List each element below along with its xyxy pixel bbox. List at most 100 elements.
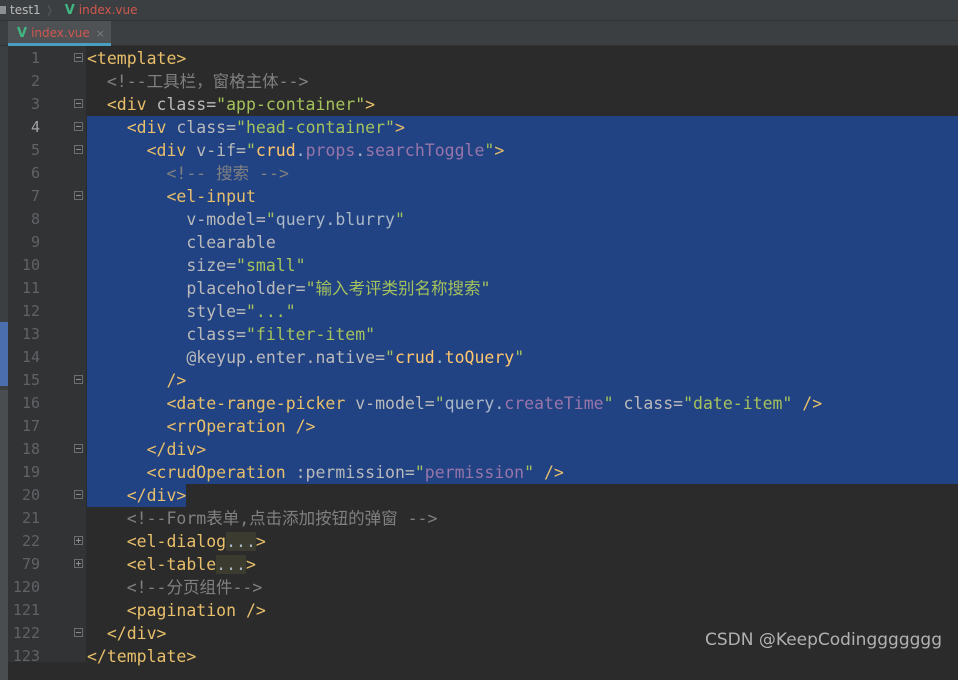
code-token: </div> — [146, 440, 207, 459]
line-number: 14 — [21, 348, 40, 366]
code-line[interactable]: 9 clearable — [0, 231, 958, 254]
code-line[interactable]: 14 @keyup.enter.native="crud.toQuery" — [0, 346, 958, 369]
code-token: <div — [146, 141, 197, 160]
code-line[interactable]: 4 <div class="head-container"> — [0, 116, 958, 139]
code-token: "app-container" — [216, 95, 366, 114]
code-editor[interactable]: 1 <template> 2 <!--工具栏，窗格主体--> 3 <div class… — [0, 47, 958, 668]
tab-label: index.vue — [31, 26, 90, 40]
editor-tab-bar: V index.vue × — [0, 21, 958, 46]
code-line[interactable]: 3 <div class="app-container"> — [0, 93, 958, 116]
close-icon[interactable]: × — [96, 27, 105, 40]
line-number: 3 — [30, 95, 40, 113]
collapse-fold-icon[interactable] — [74, 99, 83, 108]
code-line[interactable]: 11 placeholder="输入考评类别名称搜索" — [0, 277, 958, 300]
collapse-fold-icon[interactable] — [74, 375, 83, 384]
collapse-fold-icon[interactable] — [74, 628, 83, 637]
breadcrumb-file[interactable]: index.vue — [79, 3, 138, 17]
tab-index-vue[interactable]: V index.vue × — [8, 21, 111, 46]
code-token: /> — [534, 463, 564, 482]
folder-icon — [0, 6, 6, 14]
code-line[interactable]: 121 <pagination /> — [0, 599, 958, 622]
line-number: 79 — [21, 555, 40, 573]
code-line[interactable]: 22 <el-dialog...> — [0, 530, 958, 553]
code-line[interactable]: 21 <!--Form表单,点击添加按钮的弹窗 --> — [0, 507, 958, 530]
code-line[interactable]: 10 size="small" — [0, 254, 958, 277]
expand-fold-icon[interactable] — [74, 559, 83, 568]
code-line[interactable]: 18 </div> — [0, 438, 958, 461]
code-token: size= — [186, 256, 237, 275]
code-line[interactable]: 79 <el-table...> — [0, 553, 958, 576]
line-number: 6 — [30, 164, 40, 182]
code-line[interactable]: 7 <el-input — [0, 185, 958, 208]
code-token: clearable — [186, 233, 276, 252]
code-token: </template> — [87, 647, 197, 666]
code-token: " — [394, 210, 405, 229]
code-line[interactable]: 8 v-model="query.blurry" — [0, 208, 958, 231]
collapse-fold-icon[interactable] — [74, 122, 83, 131]
code-token: > — [255, 532, 266, 551]
code-token: ... — [226, 532, 256, 551]
collapse-fold-icon[interactable] — [74, 53, 83, 62]
collapse-fold-icon[interactable] — [74, 490, 83, 499]
code-token: class= — [186, 325, 246, 344]
code-token: " — [603, 394, 614, 413]
code-line[interactable]: 15 /> — [0, 369, 958, 392]
code-text: /> — [87, 369, 186, 392]
code-text: </div> — [87, 438, 207, 461]
code-text: <rrOperation /> — [87, 415, 315, 438]
code-token: " — [514, 348, 525, 367]
code-token: <!-- 搜索 --> — [166, 164, 289, 183]
collapse-fold-icon[interactable] — [74, 145, 83, 154]
code-line[interactable]: 17 <rrOperation /> — [0, 415, 958, 438]
code-token: :permission= — [295, 463, 415, 482]
code-text: <div class="head-container"> — [87, 116, 405, 139]
code-token: style= — [186, 302, 246, 321]
code-text: placeholder="输入考评类别名称搜索" — [87, 277, 490, 300]
line-number: 17 — [21, 417, 40, 435]
code-line[interactable]: 6 <!-- 搜索 --> — [0, 162, 958, 185]
code-token: /> — [792, 394, 823, 413]
code-text: <!--分页组件--> — [87, 576, 263, 599]
code-text: </div> — [87, 622, 167, 645]
code-text: </template> — [87, 645, 196, 668]
collapse-fold-icon[interactable] — [74, 191, 83, 200]
code-line[interactable]: 1 <template> — [0, 47, 958, 70]
code-text: <pagination /> — [87, 599, 266, 622]
expand-fold-icon[interactable] — [74, 536, 83, 545]
code-token: query. — [444, 394, 505, 413]
code-text: </div> — [87, 484, 187, 507]
code-token: crud — [255, 141, 296, 160]
code-text: clearable — [87, 231, 276, 254]
code-token: "..." — [245, 302, 296, 321]
code-line[interactable]: 13 class="filter-item" — [0, 323, 958, 346]
code-token: class= — [156, 95, 217, 114]
code-line[interactable]: 20 </div> — [0, 484, 958, 507]
code-token: ... — [216, 555, 246, 574]
code-line[interactable]: 2 <!--工具栏，窗格主体--> — [0, 70, 958, 93]
code-line[interactable]: 120 <!--分页组件--> — [0, 576, 958, 599]
line-number: 20 — [21, 486, 40, 504]
code-line[interactable]: 16 <date-range-picker v-model="query.cre… — [0, 392, 958, 415]
collapse-fold-icon[interactable] — [74, 444, 83, 453]
code-token: > — [365, 95, 376, 114]
code-line[interactable]: 19 <crudOperation :permission="permissio… — [0, 461, 958, 484]
code-text: <template> — [87, 47, 186, 70]
code-token: " — [414, 463, 425, 482]
line-number: 9 — [30, 233, 40, 251]
line-number: 122 — [12, 624, 40, 642]
code-token: " — [434, 394, 445, 413]
code-token: "输入考评类别名称搜索" — [305, 279, 491, 298]
code-line[interactable]: 12 style="..." — [0, 300, 958, 323]
code-token: @keyup.enter.native= — [186, 348, 386, 367]
breadcrumb-project[interactable]: test1 — [10, 3, 41, 17]
code-token: permission — [424, 463, 525, 482]
code-token: props — [305, 141, 356, 160]
code-line[interactable]: 5 <div v-if="crud.props.searchToggle"> — [0, 139, 958, 162]
